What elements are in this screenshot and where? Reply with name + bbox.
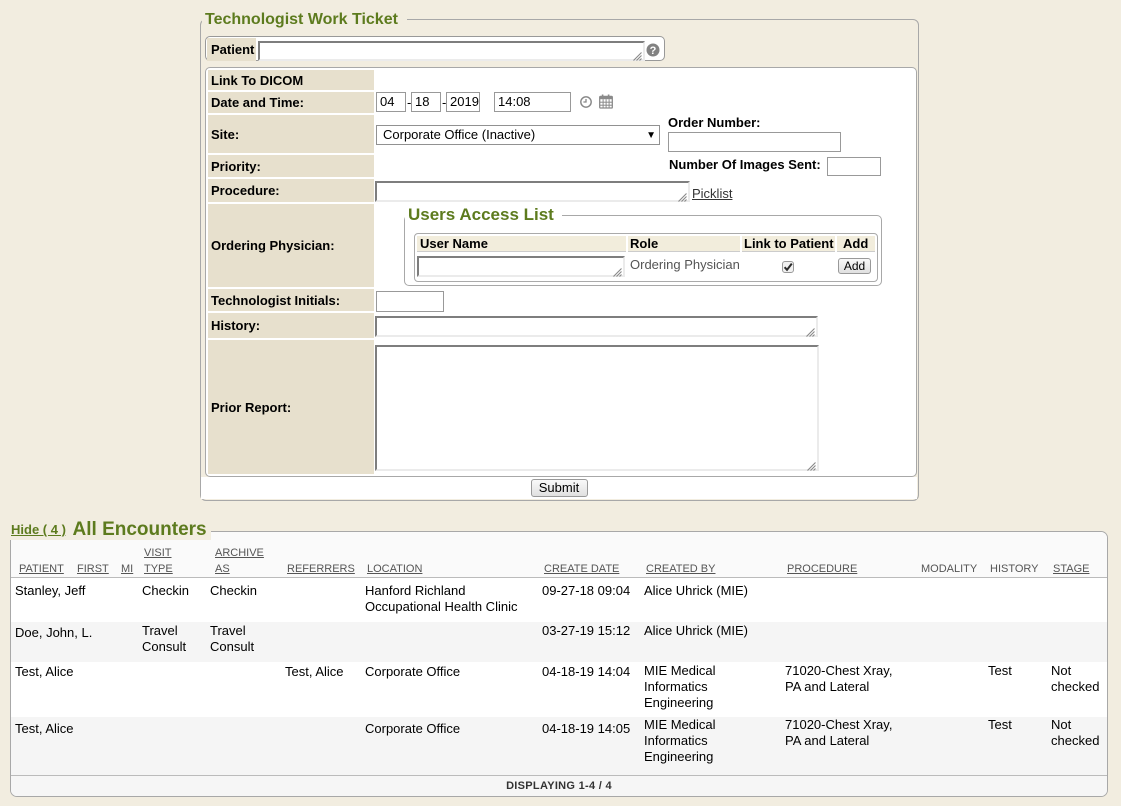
svg-text:?: ? xyxy=(650,45,657,57)
